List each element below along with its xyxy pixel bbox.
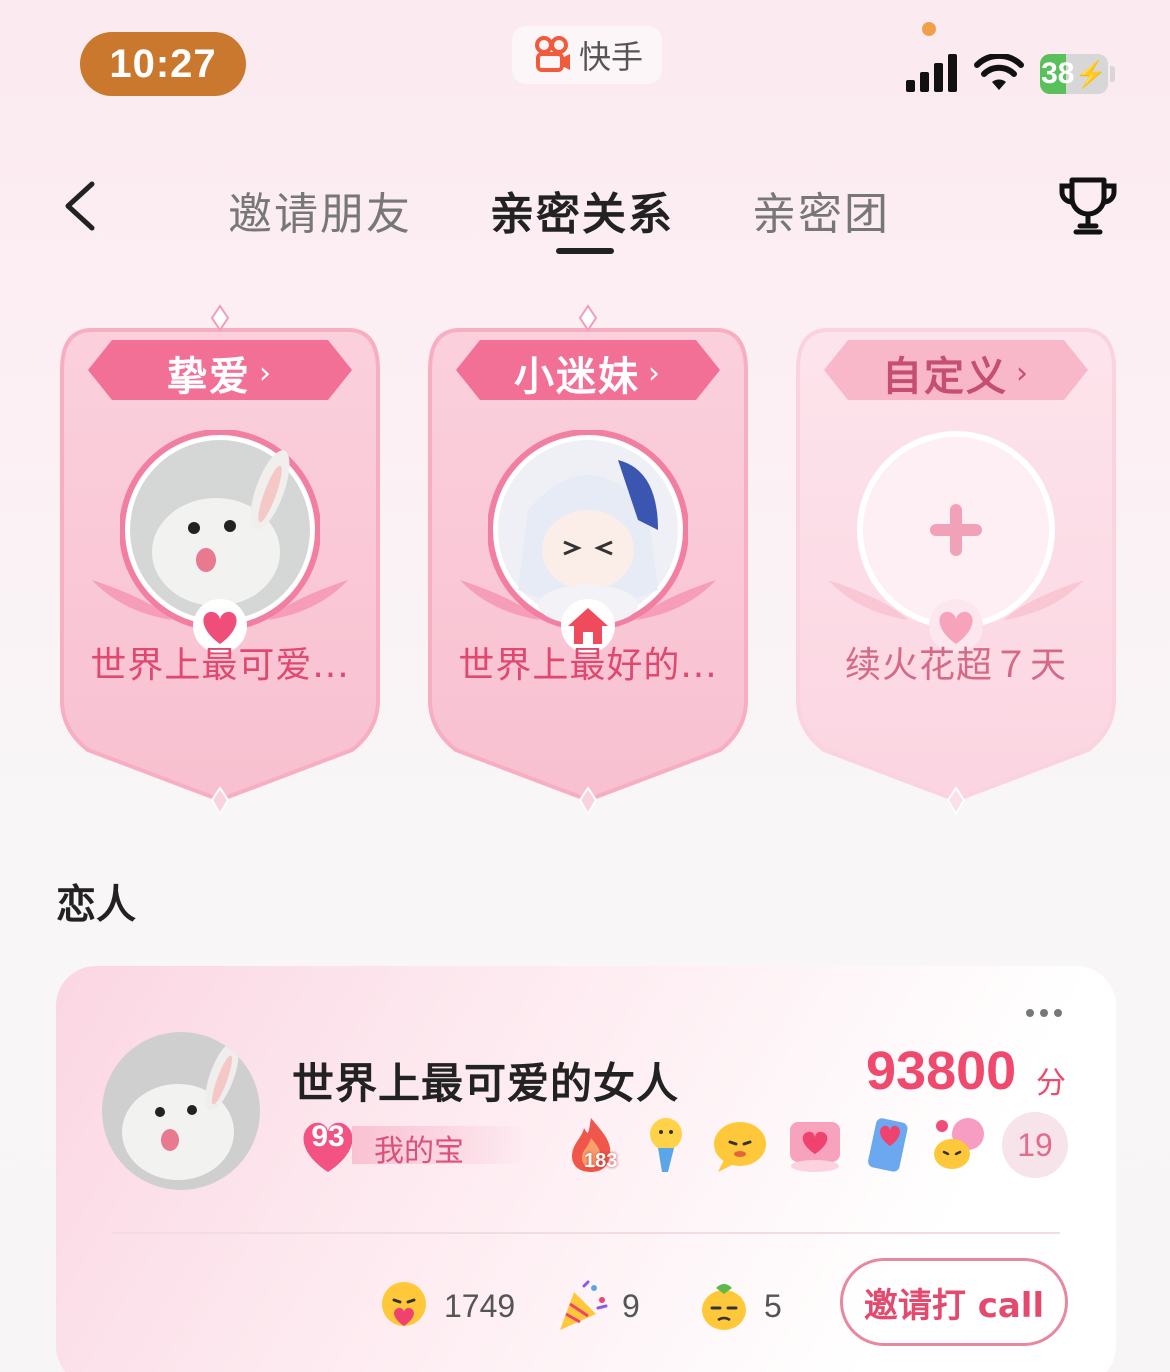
more-icon[interactable]: [1024, 1006, 1064, 1020]
kuaishou-logo-icon: [534, 36, 570, 72]
lover-relation-card[interactable]: 世界上最可爱的女人 93800 分 93 我的宝 183 19 1749 9 5…: [56, 966, 1116, 1372]
chevron-right-icon: ›: [648, 355, 662, 391]
more-badges-count[interactable]: 19: [1002, 1112, 1068, 1178]
stat-hug[interactable]: 1749: [376, 1278, 515, 1334]
intimacy-score: 93800: [866, 1041, 1017, 1101]
relation-card-fan[interactable]: 小迷妹 › 世界上最好的...: [420, 300, 756, 830]
bunny-avatar[interactable]: [119, 429, 321, 653]
anime-girl-avatar[interactable]: [487, 429, 689, 653]
card-nickname: 世界上最好的...: [458, 645, 718, 686]
stat-hug-value: 1749: [444, 1287, 516, 1324]
card-nickname: 世界上最可爱...: [90, 645, 350, 686]
tab-invite-friends[interactable]: 邀请朋友: [228, 178, 412, 242]
card-tag-label: 小迷妹: [514, 354, 640, 400]
heart-gift-emoji-icon[interactable]: [786, 1114, 844, 1174]
chevron-right-icon: ›: [259, 355, 273, 391]
card-tag-label: 挚爱: [167, 354, 251, 400]
microphone-emoji-icon[interactable]: [636, 1114, 694, 1174]
battery-indicator: 38 ⚡: [1040, 54, 1108, 94]
battery-tip: [1110, 66, 1115, 82]
tab-intimate-relations[interactable]: 亲密关系: [490, 178, 674, 242]
battery-level-text: 38: [1041, 57, 1075, 90]
card-tag[interactable]: 挚爱 ›: [100, 338, 340, 408]
stat-lemon[interactable]: 5: [696, 1278, 782, 1334]
stat-lemon-value: 5: [764, 1287, 782, 1324]
status-app-name: 快手: [578, 38, 643, 76]
trophy-icon[interactable]: [1056, 174, 1120, 238]
card-tag[interactable]: 自定义 ›: [836, 338, 1076, 408]
status-time: 10:27: [80, 32, 246, 96]
hug-emoji-icon: [382, 1282, 426, 1326]
lemon-face-icon: [702, 1284, 746, 1330]
intimacy-score-unit: 分: [1036, 1066, 1066, 1101]
chevron-left-icon[interactable]: [58, 178, 102, 234]
fire-badge-count: 183: [584, 1150, 618, 1172]
charging-bolt-icon: ⚡: [1074, 58, 1107, 89]
card-divider: [112, 1232, 1060, 1234]
add-relation-slot[interactable]: [856, 430, 1056, 653]
status-app-indicator[interactable]: 快手: [512, 26, 662, 84]
level-label: 我的宝: [374, 1134, 464, 1169]
card-hint: 续火花超７天: [844, 645, 1067, 686]
chat-bubble-emoji-icon[interactable]: [710, 1114, 768, 1174]
party-popper-icon: [560, 1280, 608, 1330]
privacy-indicator-dot: [922, 22, 936, 36]
active-tab-indicator: [556, 248, 614, 254]
stat-party-value: 9: [622, 1287, 640, 1324]
lover-avatar[interactable]: [102, 1032, 260, 1190]
card-tag-label: 自定义: [882, 354, 1008, 400]
bunny-avatar-image: [102, 1032, 260, 1190]
invite-call-button[interactable]: 邀请打 call: [840, 1258, 1068, 1346]
card-tag[interactable]: 小迷妹 ›: [468, 338, 708, 408]
intimacy-level: 93: [311, 1120, 345, 1153]
relation-card-custom[interactable]: 自定义 › 续火花超７天: [788, 300, 1124, 830]
cellular-signal-icon: [906, 54, 957, 92]
relation-card-beloved[interactable]: 挚爱 › 世界上最可爱...: [52, 300, 388, 830]
tab-intimate-group[interactable]: 亲密团: [752, 178, 890, 242]
wifi-icon: [974, 54, 1024, 90]
lover-name[interactable]: 世界上最可爱的女人: [292, 1050, 679, 1111]
couple-emoji-icon[interactable]: [930, 1114, 988, 1174]
chevron-right-icon: ›: [1016, 355, 1030, 391]
stat-party[interactable]: 9: [554, 1278, 640, 1334]
phone-heart-emoji-icon[interactable]: [858, 1114, 916, 1174]
section-title-lovers: 恋人: [56, 882, 136, 928]
